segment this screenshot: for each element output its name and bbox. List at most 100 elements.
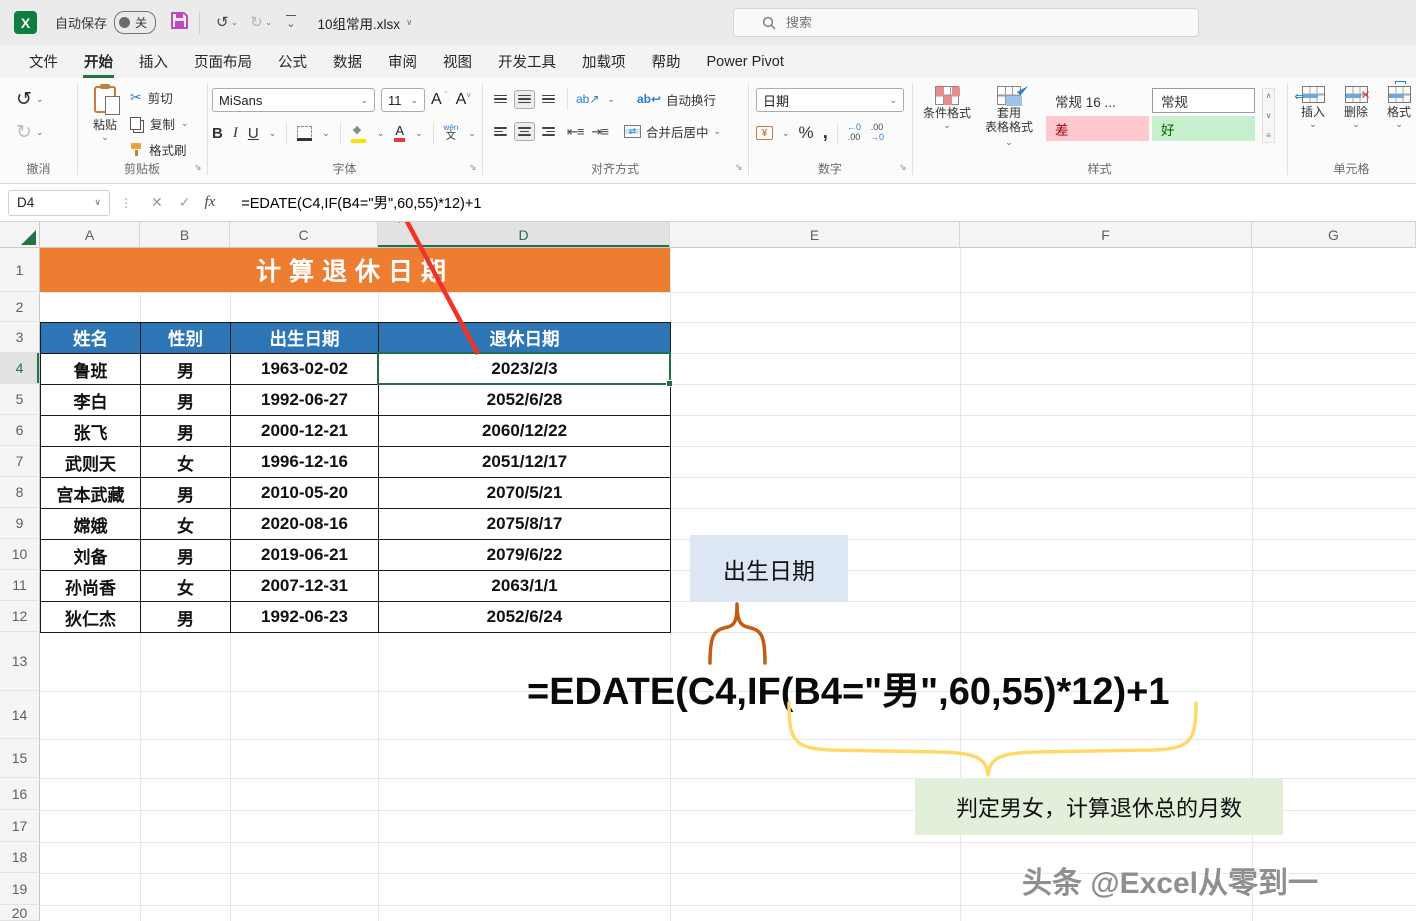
fill-color-icon[interactable] <box>351 127 367 139</box>
table-cell[interactable]: 男 <box>141 354 231 385</box>
table-header-cell[interactable]: 姓名 <box>41 323 141 354</box>
table-cell[interactable]: 1992-06-27 <box>231 385 379 416</box>
row-header[interactable]: 6 <box>0 415 40 446</box>
table-cell[interactable]: 男 <box>141 416 231 447</box>
table-header-cell[interactable]: 出生日期 <box>231 323 379 354</box>
merge-center-button[interactable]: ⇄ 合并后居中 ⌄ <box>624 122 721 141</box>
table-cell[interactable]: 2079/6/22 <box>379 540 671 571</box>
table-title-banner[interactable]: 计算退休日期 <box>40 248 670 292</box>
excel-logo-icon[interactable]: X <box>14 11 37 34</box>
row-header[interactable]: 19 <box>0 873 40 905</box>
row-header[interactable]: 3 <box>0 322 40 353</box>
table-cell[interactable]: 张飞 <box>41 416 141 447</box>
table-cell[interactable]: 宫本武藏 <box>41 478 141 509</box>
decrease-indent-icon[interactable]: ⇤≡ <box>567 124 583 140</box>
menu-tab[interactable]: 数据 <box>320 45 375 78</box>
table-cell[interactable]: 2019-06-21 <box>231 540 379 571</box>
dialog-launcher-icon[interactable]: ⇘ <box>194 162 202 173</box>
row-header[interactable]: 7 <box>0 446 40 477</box>
row-header[interactable]: 4 <box>0 353 40 384</box>
format-painter-button[interactable]: 格式刷 <box>130 140 189 159</box>
fill-handle[interactable] <box>666 380 673 387</box>
dialog-launcher-icon[interactable]: ⇘ <box>899 162 907 173</box>
table-cell[interactable]: 刘备 <box>41 540 141 571</box>
row-header[interactable]: 9 <box>0 508 40 539</box>
orientation-icon[interactable]: ab↗ <box>576 92 599 106</box>
row-header[interactable]: 11 <box>0 570 40 601</box>
select-all-corner[interactable] <box>0 222 40 248</box>
paste-button[interactable]: 粘贴 ⌄ <box>84 86 126 142</box>
row-header[interactable]: 5 <box>0 384 40 415</box>
table-cell[interactable]: 2051/12/17 <box>379 447 671 478</box>
table-cell[interactable]: 2060/12/22 <box>379 416 671 447</box>
cancel-icon[interactable]: ✕ <box>151 194 163 211</box>
name-box[interactable]: D4 ∨ <box>8 190 110 216</box>
menu-tab[interactable]: 开始 <box>71 45 126 78</box>
copy-button[interactable]: 复制 ⌄ <box>130 114 189 133</box>
format-as-table-button[interactable]: 套用表格格式 ⌄ <box>980 86 1038 148</box>
undo-icon[interactable]: ↺⌄ <box>216 15 238 30</box>
decrease-font-icon[interactable]: A˅ <box>456 91 471 109</box>
table-cell[interactable]: 男 <box>141 540 231 571</box>
formula-input[interactable]: =EDATE(C4,IF(B4="男",60,55)*12)+1 <box>241 192 481 213</box>
menu-tab[interactable]: 公式 <box>265 45 320 78</box>
redo-icon[interactable]: ↻ ⌄ <box>16 121 43 144</box>
cut-button[interactable]: ✂剪切 <box>130 88 189 107</box>
column-header[interactable]: G <box>1252 222 1416 248</box>
undo-icon[interactable]: ↺ ⌄ <box>16 88 43 111</box>
wrap-text-button[interactable]: ab↩ 自动换行 <box>637 90 716 109</box>
decrease-decimal-icon[interactable]: .00→0 <box>870 123 884 143</box>
column-header[interactable]: B <box>140 222 230 248</box>
comma-style-icon[interactable]: , <box>823 127 828 138</box>
menu-tab[interactable]: 视图 <box>430 45 485 78</box>
menu-tab[interactable]: 帮助 <box>639 45 694 78</box>
table-cell[interactable]: 女 <box>141 447 231 478</box>
birth-date-callout[interactable]: 出生日期 <box>690 535 848 602</box>
table-cell[interactable]: 1996-12-16 <box>231 447 379 478</box>
autosave-toggle[interactable]: 关 <box>114 11 156 34</box>
font-size-select[interactable]: 11⌄ <box>381 88 425 112</box>
table-cell[interactable]: 2075/8/17 <box>379 509 671 540</box>
style-chip[interactable]: 常规 16 ... <box>1046 88 1149 113</box>
column-header[interactable]: F <box>960 222 1252 248</box>
row-header[interactable]: 8 <box>0 477 40 508</box>
document-title[interactable]: 10组常用.xlsx ∨ <box>318 13 413 33</box>
table-header-cell[interactable]: 性别 <box>141 323 231 354</box>
row-header[interactable]: 2 <box>0 292 40 322</box>
search-box[interactable] <box>733 8 1199 37</box>
dialog-launcher-icon[interactable]: ⇘ <box>735 162 743 173</box>
table-cell[interactable]: 2010-05-20 <box>231 478 379 509</box>
column-header[interactable]: E <box>670 222 960 248</box>
table-cell[interactable]: 嫦娥 <box>41 509 141 540</box>
percent-style-icon[interactable]: % <box>799 123 814 143</box>
table-cell[interactable]: 鲁班 <box>41 354 141 385</box>
borders-icon[interactable] <box>297 126 312 141</box>
menu-tab[interactable]: Power Pivot <box>694 45 797 78</box>
align-left-icon[interactable] <box>490 122 511 141</box>
underline-icon[interactable]: U <box>248 125 259 142</box>
font-name-select[interactable]: MiSans⌄ <box>212 88 375 112</box>
delete-cells-button[interactable]: ✕ 删除 ⌄ <box>1336 86 1376 129</box>
style-chip[interactable]: 差 <box>1046 116 1149 141</box>
align-bottom-icon[interactable] <box>538 90 559 109</box>
table-cell[interactable]: 2000-12-21 <box>231 416 379 447</box>
table-cell[interactable]: 武则天 <box>41 447 141 478</box>
style-chip[interactable]: 好 <box>1152 116 1255 141</box>
row-header[interactable]: 1 <box>0 248 40 292</box>
row-header[interactable]: 14 <box>0 691 40 739</box>
table-cell[interactable]: 2052/6/28 <box>379 385 671 416</box>
increase-indent-icon[interactable]: ⇥≡ <box>591 124 607 140</box>
number-format-select[interactable]: 日期⌄ <box>756 88 904 112</box>
bold-icon[interactable]: B <box>212 125 223 142</box>
table-cell[interactable]: 2007-12-31 <box>231 571 379 602</box>
table-cell[interactable]: 2020-08-16 <box>231 509 379 540</box>
format-cells-button[interactable]: 格式 ⌄ <box>1379 86 1416 129</box>
align-right-icon[interactable] <box>538 122 559 141</box>
enter-icon[interactable]: ✓ <box>179 194 191 211</box>
table-cell[interactable]: 2052/6/24 <box>379 602 671 633</box>
gender-note-callout[interactable]: 判定男女，计算退休总的月数 <box>915 778 1283 835</box>
italic-icon[interactable]: I <box>233 125 238 142</box>
table-cell[interactable]: 男 <box>141 385 231 416</box>
insert-function-icon[interactable]: fx <box>204 194 215 211</box>
table-cell[interactable]: 狄仁杰 <box>41 602 141 633</box>
